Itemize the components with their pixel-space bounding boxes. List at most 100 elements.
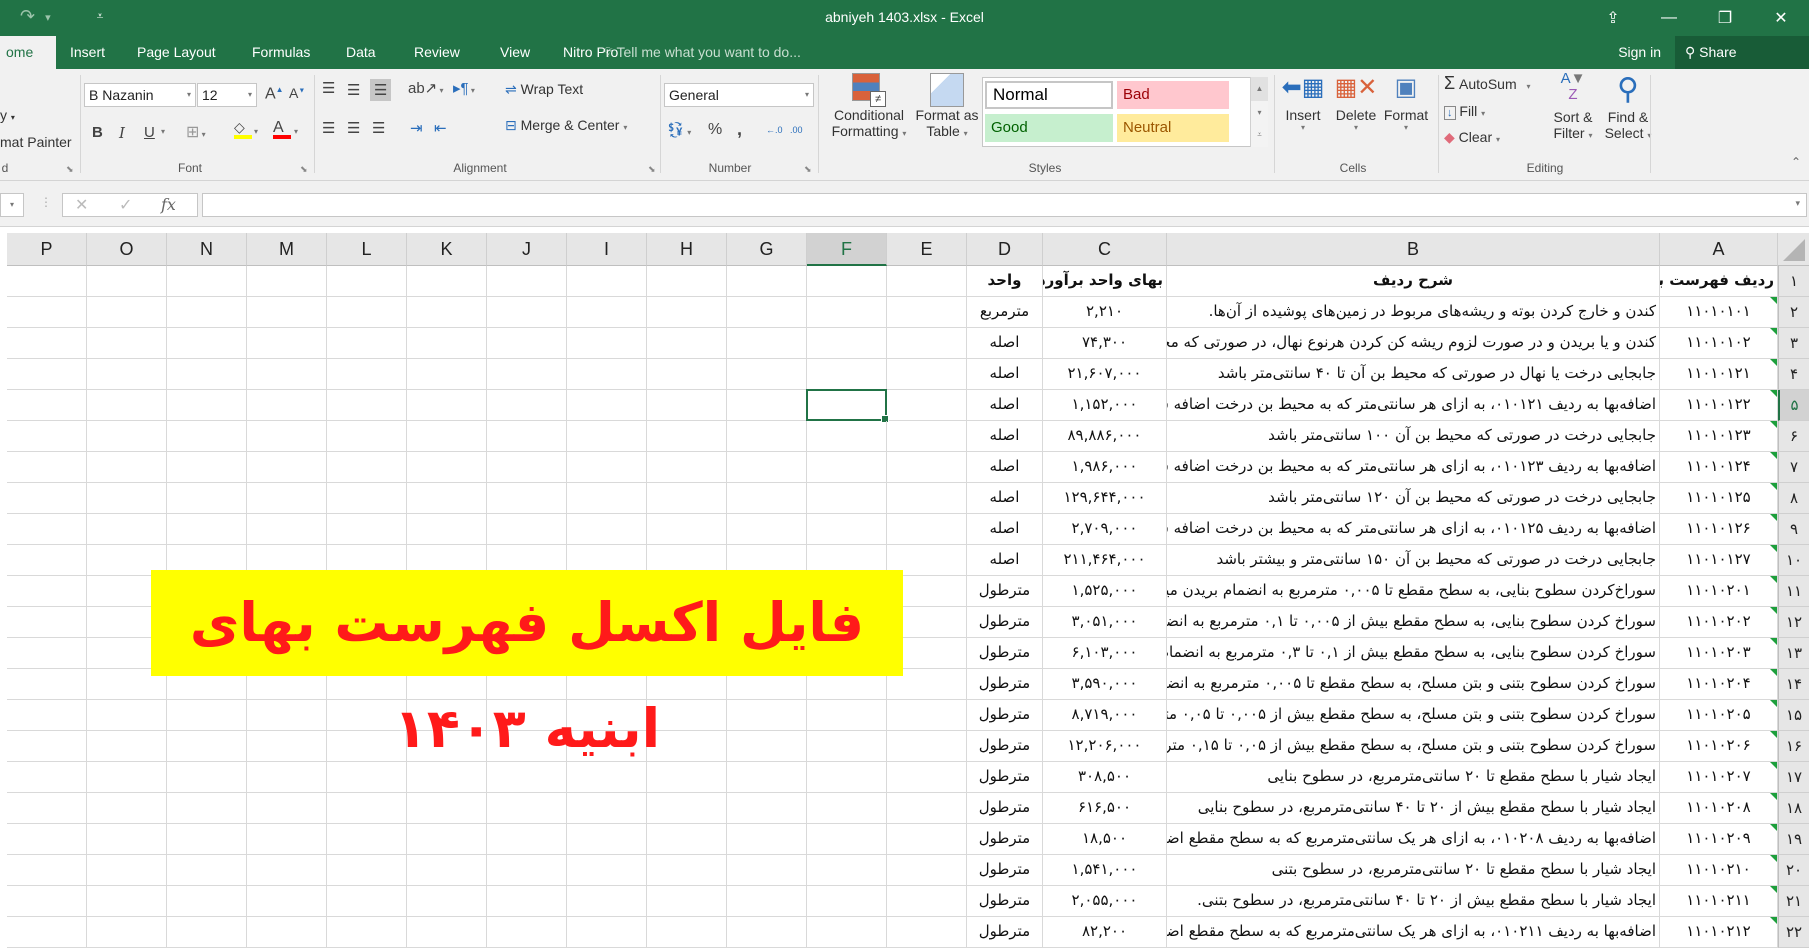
cell-f[interactable] <box>807 266 887 297</box>
column-header-e[interactable]: E <box>887 233 967 266</box>
cell-row-code[interactable]: ۱۱۰۱۰۱۰۲ <box>1660 328 1778 359</box>
cell-row-code[interactable]: ۱۱۰۱۰۲۱۰ <box>1660 855 1778 886</box>
cell-j[interactable] <box>487 421 567 452</box>
cell-k[interactable] <box>407 452 487 483</box>
cell-g[interactable] <box>727 266 807 297</box>
cell-o[interactable] <box>87 731 167 762</box>
cell-unit-price[interactable]: ۱,۹۸۶,۰۰۰ <box>1043 452 1167 483</box>
cell-unit-price[interactable]: ۶,۱۰۳,۰۰۰ <box>1043 638 1167 669</box>
cell-n[interactable] <box>167 824 247 855</box>
cell-e[interactable] <box>887 731 967 762</box>
cell-m[interactable] <box>247 390 327 421</box>
cell-description[interactable]: کندن و یا بریدن و در صورت لزوم ریشه کن ک… <box>1167 328 1660 359</box>
cell-row-code[interactable]: ۱۱۰۱۰۲۰۱ <box>1660 576 1778 607</box>
cell-unit-price[interactable]: ۲,۰۵۵,۰۰۰ <box>1043 886 1167 917</box>
cell-unit[interactable]: مترطول <box>967 669 1043 700</box>
borders-button[interactable]: ⊞ ▾ <box>186 122 206 142</box>
column-header-p[interactable]: P <box>7 233 87 266</box>
error-indicator-icon[interactable] <box>1770 545 1777 552</box>
row-header[interactable]: ۶ <box>1778 421 1809 452</box>
header-cell-b[interactable]: شرح ردیف <box>1167 266 1660 297</box>
cell-h[interactable] <box>647 483 727 514</box>
cell-description[interactable]: جابجایی درخت در صورتی که محیط بن آن ۱۲۰ … <box>1167 483 1660 514</box>
cell-o[interactable] <box>87 297 167 328</box>
cell-p[interactable] <box>7 359 87 390</box>
cell-p[interactable] <box>7 545 87 576</box>
cell-unit-price[interactable]: ۲,۲۱۰ <box>1043 297 1167 328</box>
cell-l[interactable] <box>327 824 407 855</box>
formula-bar-grip-icon[interactable]: ⋮ <box>40 195 52 209</box>
cell-unit[interactable]: مترطول <box>967 638 1043 669</box>
active-cell-f5[interactable] <box>806 389 889 423</box>
cell-o[interactable] <box>87 359 167 390</box>
wrap-text-button[interactable]: ⇌ Wrap Text <box>505 81 583 98</box>
cell-l[interactable] <box>327 328 407 359</box>
cell-row-code[interactable]: ۱۱۰۱۰۱۲۴ <box>1660 452 1778 483</box>
format-cells-button[interactable]: ▣ Format ▾ <box>1380 73 1432 132</box>
conditional-formatting-button[interactable]: ≠ Conditional Formatting ▾ <box>826 73 912 139</box>
cell-row-code[interactable]: ۱۱۰۱۰۱۰۱ <box>1660 297 1778 328</box>
row-header[interactable]: ۱۶ <box>1778 731 1809 762</box>
cell-description[interactable]: ایجاد شیار با سطح مقطع تا ۲۰ سانتی‌مترمر… <box>1167 762 1660 793</box>
cell-e[interactable] <box>887 452 967 483</box>
cell-m[interactable] <box>247 359 327 390</box>
cell-h[interactable] <box>647 421 727 452</box>
cell-h[interactable] <box>647 328 727 359</box>
cell-o[interactable] <box>87 855 167 886</box>
insert-cells-button[interactable]: ⬅▦ Insert ▾ <box>1280 73 1326 132</box>
tab-view[interactable]: View <box>490 36 540 69</box>
enter-icon[interactable]: ✓ <box>119 195 132 215</box>
cell-row-code[interactable]: ۱۱۰۱۰۲۱۱ <box>1660 886 1778 917</box>
cell-unit-price[interactable]: ۱,۵۴۱,۰۰۰ <box>1043 855 1167 886</box>
cell-o[interactable] <box>87 700 167 731</box>
cell-p[interactable] <box>7 514 87 545</box>
cell-unit[interactable]: مترطول <box>967 855 1043 886</box>
cell-e[interactable] <box>887 762 967 793</box>
cell-i[interactable] <box>567 824 647 855</box>
cell-unit-price[interactable]: ۳,۵۹۰,۰۰۰ <box>1043 669 1167 700</box>
cell-m[interactable] <box>247 855 327 886</box>
cell-g[interactable] <box>727 328 807 359</box>
cell-n[interactable] <box>167 855 247 886</box>
cell-unit-price[interactable]: ۱۲,۲۰۶,۰۰۰ <box>1043 731 1167 762</box>
cell-i[interactable] <box>567 855 647 886</box>
cell-g[interactable] <box>727 793 807 824</box>
cell-f[interactable] <box>807 328 887 359</box>
error-indicator-icon[interactable] <box>1770 483 1777 490</box>
cell-f[interactable] <box>807 359 887 390</box>
more-styles-icon[interactable]: ⩡ <box>1251 124 1268 146</box>
row-header[interactable]: ۲۰ <box>1778 855 1809 886</box>
cell-f[interactable] <box>807 483 887 514</box>
cell-i[interactable] <box>567 793 647 824</box>
cell-unit-price[interactable]: ۱,۱۵۲,۰۰۰ <box>1043 390 1167 421</box>
cell-m[interactable] <box>247 514 327 545</box>
cell-m[interactable] <box>247 824 327 855</box>
error-indicator-icon[interactable] <box>1770 638 1777 645</box>
error-indicator-icon[interactable] <box>1770 669 1777 676</box>
cell-m[interactable] <box>247 421 327 452</box>
cell-unit[interactable]: اصله <box>967 390 1043 421</box>
cell-n[interactable] <box>167 793 247 824</box>
cell-j[interactable] <box>487 390 567 421</box>
column-header-i[interactable]: I <box>567 233 647 266</box>
increase-decimal-button[interactable]: ←.0 <box>766 125 783 135</box>
row-header[interactable]: ۱ <box>1778 266 1809 297</box>
cell-m[interactable] <box>247 700 327 731</box>
cell-p[interactable] <box>7 297 87 328</box>
cell-e[interactable] <box>887 824 967 855</box>
cell-j[interactable] <box>487 886 567 917</box>
cell-m[interactable] <box>247 452 327 483</box>
cell-k[interactable] <box>407 917 487 948</box>
cell-o[interactable] <box>87 793 167 824</box>
cell-row-code[interactable]: ۱۱۰۱۰۲۰۸ <box>1660 793 1778 824</box>
format-as-table-button[interactable]: Format as Table ▾ <box>912 73 982 139</box>
style-bad[interactable]: Bad <box>1117 81 1229 109</box>
cell-g[interactable] <box>727 700 807 731</box>
tab-home[interactable]: ome <box>0 36 56 69</box>
cell-f[interactable] <box>807 452 887 483</box>
cell-k[interactable] <box>407 328 487 359</box>
error-indicator-icon[interactable] <box>1770 359 1777 366</box>
fill-color-button[interactable]: ◇ <box>234 119 252 139</box>
cell-g[interactable] <box>727 421 807 452</box>
font-launcher-icon[interactable]: ⬊ <box>300 164 308 175</box>
